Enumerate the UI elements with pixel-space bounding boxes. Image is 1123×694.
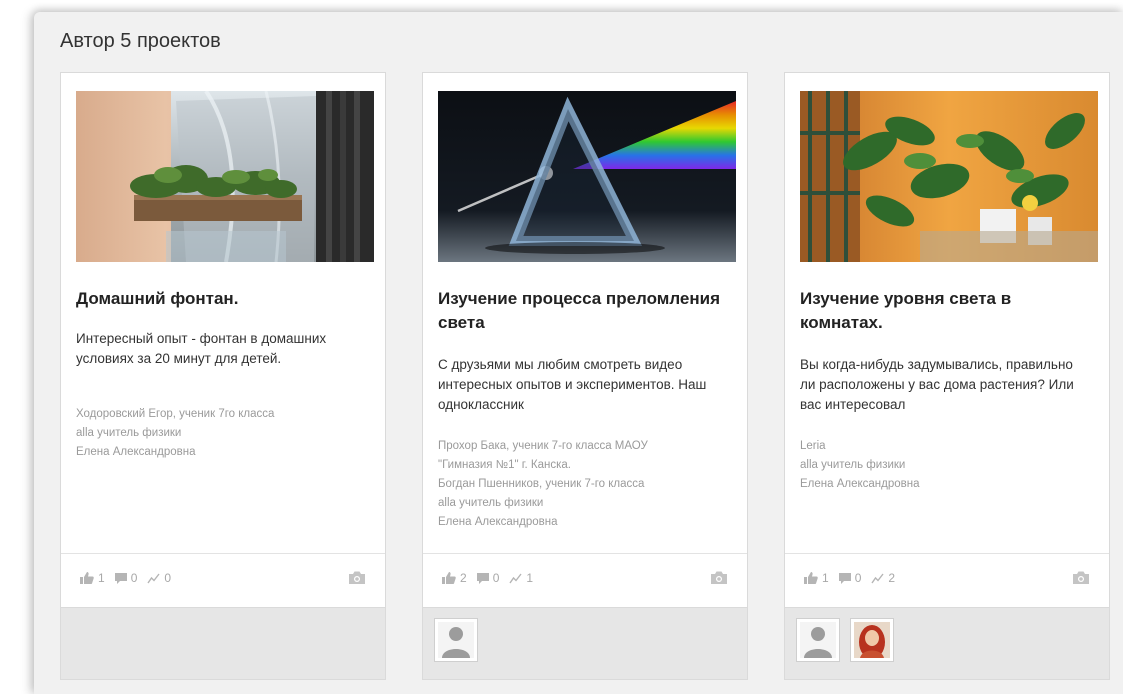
project-title[interactable]: Домашний фонтан. (76, 287, 366, 311)
project-title[interactable]: Изучение уровня света в комнатах. (800, 287, 1090, 335)
author-line: "Гимназия №1" г. Канска. (438, 459, 571, 471)
author-line: Елена Александровна (438, 516, 558, 528)
card-members-area (60, 608, 386, 680)
views-stat: 0 (147, 571, 171, 585)
camera-icon (349, 571, 365, 584)
comments-count: 0 (130, 571, 138, 585)
user-silhouette-icon (438, 622, 474, 658)
trend-icon (509, 573, 522, 583)
views-stat: 1 (509, 571, 533, 585)
author-line: Богдан Пшенников, ученик 7-го класса (438, 478, 645, 490)
project-stats: 1 0 2 (804, 571, 905, 585)
card-members-area (784, 608, 1110, 680)
likes-count: 1 (822, 571, 829, 585)
thumbs-up-icon (804, 572, 818, 584)
author-line: Ходоровский Егор, ученик 7го класса (76, 408, 275, 420)
likes-stat[interactable]: 1 (80, 571, 105, 585)
project-authors: Прохор Бака, ученик 7-го класса МАОУ "Ги… (438, 437, 728, 532)
thumbs-up-icon (80, 572, 94, 584)
card-divider (423, 553, 747, 554)
comment-icon (114, 572, 127, 584)
project-description: С друзьями мы любим смотреть видео интер… (438, 357, 707, 412)
member-avatar[interactable] (796, 618, 840, 662)
project-title[interactable]: Изучение процесса преломления света (438, 287, 728, 335)
project-description: Вы когда-нибудь задумывались, правильно … (800, 357, 1074, 412)
comment-icon (838, 572, 851, 584)
fountain-image (76, 91, 374, 262)
comments-stat[interactable]: 0 (476, 571, 500, 585)
camera-icon (711, 571, 727, 584)
project-thumbnail[interactable] (438, 91, 736, 262)
likes-stat[interactable]: 1 (804, 571, 829, 585)
member-avatar[interactable] (850, 618, 894, 662)
views-count: 1 (526, 571, 534, 585)
author-line: Leria (800, 440, 826, 452)
user-silhouette-icon (800, 622, 836, 658)
project-thumbnail[interactable] (76, 91, 374, 262)
views-count: 2 (888, 571, 896, 585)
comments-stat[interactable]: 0 (838, 571, 862, 585)
plants-image (800, 91, 1098, 262)
likes-count: 2 (460, 571, 467, 585)
comments-count: 0 (492, 571, 500, 585)
likes-stat[interactable]: 2 (442, 571, 467, 585)
author-line: alla учитель физики (438, 497, 544, 509)
author-line: alla учитель физики (76, 427, 182, 439)
photo-button[interactable] (349, 571, 365, 589)
trend-icon (147, 573, 160, 583)
views-count: 0 (164, 571, 172, 585)
project-stats: 2 0 1 (442, 571, 543, 585)
project-card[interactable]: Изучение процесса преломления света С др… (422, 72, 748, 608)
author-line: Прохор Бака, ученик 7-го класса МАОУ (438, 440, 648, 452)
member-avatar[interactable] (434, 618, 478, 662)
projects-panel: Автор 5 проектов Домашний фонтан. Интере… (34, 12, 1123, 694)
comments-count: 0 (854, 571, 862, 585)
project-authors: Ходоровский Егор, ученик 7го класса alla… (76, 405, 366, 462)
card-divider (785, 553, 1109, 554)
thumbs-up-icon (442, 572, 456, 584)
prism-image (438, 91, 736, 262)
comment-icon (476, 572, 489, 584)
card-divider (61, 553, 385, 554)
views-stat: 2 (871, 571, 895, 585)
author-line: Елена Александровна (800, 478, 920, 490)
trend-icon (871, 573, 884, 583)
project-description: Интересный опыт - фонтан в домашних усло… (76, 331, 327, 366)
comments-stat[interactable]: 0 (114, 571, 138, 585)
project-card[interactable]: Домашний фонтан. Интересный опыт - фонта… (60, 72, 386, 608)
author-line: Елена Александровна (76, 446, 196, 458)
photo-button[interactable] (1073, 571, 1089, 589)
camera-icon (1073, 571, 1089, 584)
photo-button[interactable] (711, 571, 727, 589)
section-title: Автор 5 проектов (60, 30, 221, 52)
project-stats: 1 0 0 (80, 571, 181, 585)
project-card[interactable]: Изучение уровня света в комнатах. Вы ког… (784, 72, 1110, 608)
user-photo-avatar (854, 622, 890, 658)
project-authors: Leria alla учитель физики Елена Александ… (800, 437, 1090, 494)
card-members-area (422, 608, 748, 680)
author-line: alla учитель физики (800, 459, 906, 471)
likes-count: 1 (98, 571, 105, 585)
project-thumbnail[interactable] (800, 91, 1098, 262)
